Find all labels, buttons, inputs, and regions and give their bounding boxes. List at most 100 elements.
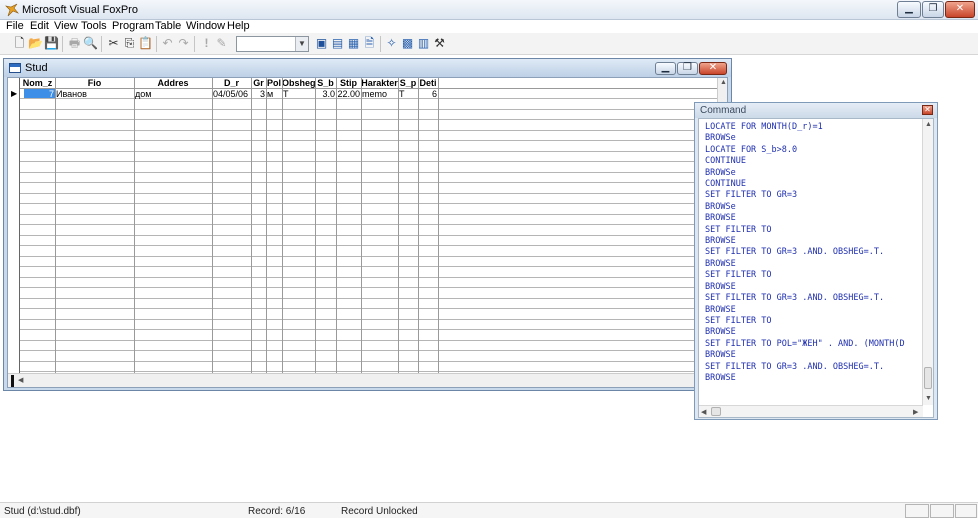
cell-s-b[interactable]: 3.0 — [315, 89, 336, 99]
column-header-nom-z[interactable]: Nom_z — [20, 78, 55, 89]
column-header-harakter[interactable]: Harakter — [361, 78, 398, 89]
properties-icon[interactable]: ▤ — [330, 36, 345, 51]
undo-icon[interactable]: ↶ — [160, 36, 175, 51]
scroll-left-icon[interactable]: ◀ — [18, 376, 23, 384]
column-header-s-p[interactable]: S_p — [398, 78, 418, 89]
table-row[interactable] — [8, 152, 718, 162]
command-line[interactable]: BROWSe — [705, 133, 921, 144]
scroll-left-icon[interactable]: ◀ — [701, 408, 706, 416]
command-horizontal-thumb[interactable] — [711, 407, 721, 416]
command-vertical-thumb[interactable] — [924, 367, 932, 389]
grid-horizontal-scrollbar[interactable]: ◀ — [8, 373, 718, 387]
scroll-down-icon[interactable]: ▼ — [925, 395, 932, 402]
menu-window[interactable]: Window — [186, 20, 225, 33]
table-row[interactable]: 7 Иванов дом 04/05/06 3 м T 3.0 22.00 memo T 6 — [8, 89, 718, 99]
table-row[interactable] — [8, 236, 718, 246]
menu-edit[interactable]: Edit — [30, 20, 49, 33]
column-header-addres[interactable]: Addres — [134, 78, 212, 89]
table-row[interactable] — [8, 320, 718, 330]
table-row[interactable] — [8, 268, 718, 278]
column-header-obsheg[interactable]: Obsheg — [282, 78, 315, 89]
command-window-icon[interactable]: ▣ — [314, 36, 329, 51]
table-row[interactable] — [8, 110, 718, 120]
menu-view[interactable]: View — [54, 20, 78, 33]
column-header-d-r[interactable]: D_r — [212, 78, 251, 89]
column-header-gr[interactable]: Gr — [251, 78, 266, 89]
save-icon[interactable]: 💾 — [44, 36, 59, 51]
print-icon[interactable]: 🖶 — [67, 36, 82, 51]
command-line[interactable]: BROWSE — [705, 213, 921, 224]
table-row[interactable] — [8, 163, 718, 173]
table-row[interactable] — [8, 247, 718, 257]
chevron-down-icon[interactable]: ▼ — [295, 37, 308, 51]
command-line[interactable]: BROWSE — [705, 259, 921, 270]
form-wizard-icon[interactable]: ▦ — [346, 36, 361, 51]
data-session-icon[interactable]: ✧ — [384, 36, 399, 51]
cell-deti[interactable]: 6 — [418, 89, 438, 99]
command-title-bar[interactable]: Command ✕ — [695, 103, 937, 118]
menu-tools[interactable]: Tools — [81, 20, 107, 33]
command-line[interactable]: BROWSe — [705, 168, 921, 179]
table-row[interactable] — [8, 257, 718, 267]
table-row[interactable] — [8, 226, 718, 236]
command-line[interactable]: BROWSE — [705, 373, 921, 384]
scroll-right-icon[interactable]: ▶ — [913, 408, 918, 416]
command-line[interactable]: BROWSe — [705, 202, 921, 213]
record-selector-column[interactable]: ▶ — [8, 78, 20, 373]
command-line[interactable]: SET FILTER TO POL="ЖЕН" . AND. (MONTH(D — [705, 339, 921, 350]
scroll-up-icon[interactable]: ▲ — [720, 79, 727, 86]
table-row[interactable] — [8, 215, 718, 225]
command-line[interactable]: CONTINUE — [705, 179, 921, 190]
browse-minimize-button[interactable]: ▁ — [655, 62, 676, 75]
cell-pol[interactable]: м — [266, 89, 282, 99]
browse-title-bar[interactable]: Stud ▁ ❐ ✕ — [4, 59, 731, 77]
command-horizontal-scrollbar[interactable]: ◀ ▶ — [699, 405, 923, 417]
command-close-button[interactable]: ✕ — [922, 105, 933, 115]
column-header-pol[interactable]: Pol — [266, 78, 282, 89]
command-lines[interactable]: LOCATE FOR MONTH(D_r)=1 BROWSe LOCATE FOR … — [705, 122, 921, 400]
table-row[interactable] — [8, 278, 718, 288]
browse-close-button[interactable]: ✕ — [699, 62, 727, 75]
column-header-stip[interactable]: Stip — [336, 78, 361, 89]
table-row[interactable] — [8, 173, 718, 183]
copy-icon[interactable]: ⎘ — [122, 36, 137, 51]
cell-obsheg[interactable]: T — [282, 89, 315, 99]
command-line[interactable]: LOCATE FOR MONTH(D_r)=1 — [705, 122, 921, 133]
maximize-button[interactable]: ❐ — [922, 1, 944, 18]
code-icon[interactable]: ▩ — [400, 36, 415, 51]
command-line[interactable]: SET FILTER TO GR=3 .AND. OBSHEG=.T. — [705, 362, 921, 373]
table-row[interactable] — [8, 352, 718, 362]
table-row[interactable] — [8, 299, 718, 309]
command-line[interactable]: SET FILTER TO — [705, 316, 921, 327]
table-row[interactable] — [8, 142, 718, 152]
table-row[interactable] — [8, 289, 718, 299]
table-row[interactable] — [8, 341, 718, 351]
cell-nom-z[interactable]: 7 — [20, 89, 55, 99]
table-row[interactable] — [8, 205, 718, 215]
partition-splitter[interactable] — [11, 375, 14, 387]
menu-table[interactable]: Table — [155, 20, 181, 33]
redo-icon[interactable]: ↷ — [176, 36, 191, 51]
menu-file[interactable]: File — [6, 20, 24, 33]
modify-form-icon[interactable]: ✎ — [214, 36, 229, 51]
table-row[interactable] — [8, 100, 718, 110]
cell-s-p[interactable]: T — [398, 89, 418, 99]
cell-gr[interactable]: 3 — [251, 89, 266, 99]
table-row[interactable] — [8, 310, 718, 320]
command-vertical-scrollbar[interactable]: ▲ ▼ — [922, 119, 933, 405]
run-icon[interactable]: ! — [199, 36, 214, 51]
column-header-fio[interactable]: Fio — [55, 78, 134, 89]
command-line[interactable]: BROWSE — [705, 305, 921, 316]
cut-icon[interactable]: ✂ — [106, 36, 121, 51]
command-line[interactable]: LOCATE FOR S_b>8.0 — [705, 145, 921, 156]
tools-icon[interactable]: ⚒ — [432, 36, 447, 51]
command-line[interactable]: BROWSE — [705, 327, 921, 338]
cell-stip[interactable]: 22.00 — [336, 89, 361, 99]
table-row[interactable] — [8, 184, 718, 194]
command-line[interactable]: SET FILTER TO GR=3 — [705, 190, 921, 201]
cell-d-r[interactable]: 04/05/06 — [212, 89, 251, 99]
close-button[interactable]: ✕ — [945, 1, 975, 18]
column-header-deti[interactable]: Deti — [418, 78, 438, 89]
open-folder-icon[interactable]: 📂 — [28, 36, 43, 51]
menu-help[interactable]: Help — [227, 20, 250, 33]
